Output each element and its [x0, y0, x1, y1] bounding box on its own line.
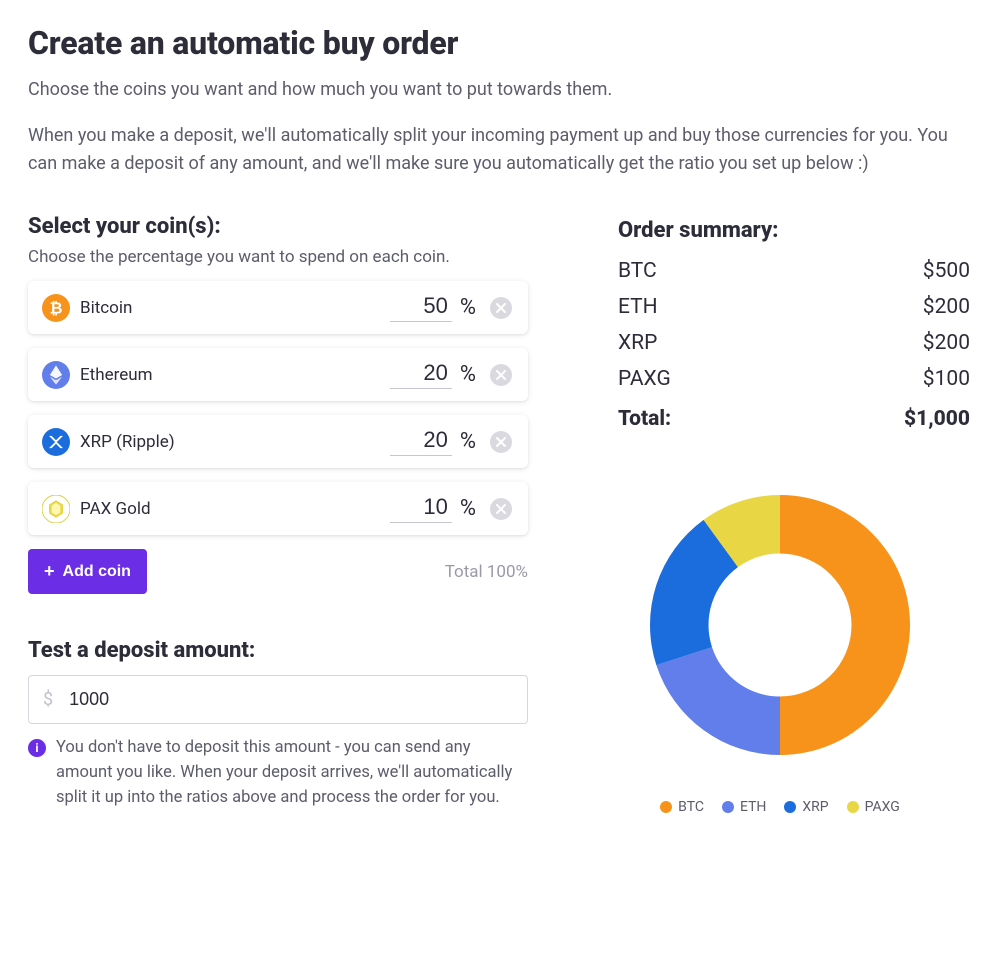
select-coins-subtext: Choose the percentage you want to spend …: [28, 245, 528, 270]
coin-percent-input[interactable]: [390, 360, 452, 389]
total-percent-label: Total 100%: [445, 562, 528, 582]
legend-dot: [660, 801, 672, 813]
donut-legend: BTC ETH XRP PAXG: [660, 799, 900, 815]
summary-symbol: XRP: [618, 331, 708, 355]
donut-slice-eth: [656, 647, 780, 755]
percent-sign: %: [460, 429, 476, 454]
legend-item: PAXG: [847, 799, 900, 815]
intro-text-1: Choose the coins you want and how much y…: [28, 76, 972, 104]
legend-label: BTC: [678, 799, 704, 815]
summary-symbol: PAXG: [618, 367, 708, 391]
coin-percent-input[interactable]: [390, 427, 452, 456]
legend-label: XRP: [802, 799, 828, 815]
close-icon: [496, 303, 506, 313]
remove-coin-button[interactable]: [490, 297, 512, 319]
summary-row: XRP $200: [588, 325, 972, 361]
coin-percent-input[interactable]: [390, 293, 452, 322]
summary-symbol: BTC: [618, 259, 708, 283]
order-summary-donut-chart: [630, 475, 930, 775]
close-icon: [496, 437, 506, 447]
svg-text:₿: ₿: [50, 299, 63, 317]
summary-amount: $200: [870, 331, 970, 355]
legend-item: ETH: [722, 799, 766, 815]
legend-label: ETH: [740, 799, 766, 815]
percent-sign: %: [460, 295, 476, 320]
select-coins-heading: Select your coin(s):: [28, 214, 528, 239]
legend-dot: [722, 801, 734, 813]
remove-coin-button[interactable]: [490, 364, 512, 386]
summary-amount: $200: [870, 295, 970, 319]
close-icon: [496, 370, 506, 380]
coin-row: XRP (Ripple) %: [28, 415, 528, 468]
coin-row: Ethereum %: [28, 348, 528, 401]
summary-row: BTC $500: [588, 253, 972, 289]
deposit-heading: Test a deposit amount:: [28, 638, 528, 663]
info-icon: i: [28, 739, 46, 757]
summary-amount: $100: [870, 367, 970, 391]
summary-row: ETH $200: [588, 289, 972, 325]
deposit-info-text: You don't have to deposit this amount - …: [56, 736, 528, 810]
deposit-field[interactable]: $: [28, 675, 528, 724]
coin-row: PAX Gold %: [28, 482, 528, 535]
remove-coin-button[interactable]: [490, 431, 512, 453]
summary-total-label: Total:: [618, 407, 671, 431]
add-coin-label: Add coin: [63, 563, 131, 581]
add-coin-button[interactable]: + Add coin: [28, 549, 147, 594]
paxg-icon: [42, 495, 70, 523]
bitcoin-icon: ₿: [42, 294, 70, 322]
donut-slice-btc: [780, 495, 910, 755]
order-summary-heading: Order summary:: [588, 218, 972, 243]
coin-name-label: XRP (Ripple): [80, 432, 175, 452]
dollar-icon: $: [43, 689, 53, 710]
percent-sign: %: [460, 362, 476, 387]
legend-dot: [847, 801, 859, 813]
ethereum-icon: [42, 361, 70, 389]
close-icon: [496, 504, 506, 514]
plus-icon: +: [44, 561, 55, 582]
page-title: Create an automatic buy order: [28, 24, 972, 62]
coin-name-label: Bitcoin: [80, 298, 132, 318]
legend-item: XRP: [784, 799, 828, 815]
coin-name-label: PAX Gold: [80, 499, 151, 519]
percent-sign: %: [460, 496, 476, 521]
summary-amount: $500: [870, 259, 970, 283]
summary-symbol: ETH: [618, 295, 708, 319]
coin-name-label: Ethereum: [80, 365, 153, 385]
intro-text-2: When you make a deposit, we'll automatic…: [28, 122, 972, 178]
coin-row: ₿ Bitcoin %: [28, 281, 528, 334]
coin-percent-input[interactable]: [390, 494, 452, 523]
legend-item: BTC: [660, 799, 704, 815]
summary-total-value: $1,000: [904, 407, 970, 431]
deposit-input[interactable]: [67, 688, 513, 711]
legend-dot: [784, 801, 796, 813]
xrp-icon: [42, 428, 70, 456]
remove-coin-button[interactable]: [490, 498, 512, 520]
legend-label: PAXG: [865, 799, 900, 815]
summary-row: PAXG $100: [588, 361, 972, 397]
